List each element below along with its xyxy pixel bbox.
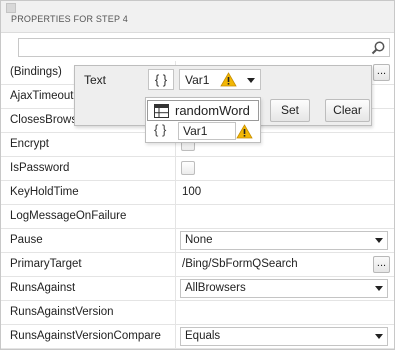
chevron-down-icon[interactable] xyxy=(375,334,383,339)
keyholdtime-value[interactable]: 100 xyxy=(177,181,394,204)
property-value: None xyxy=(177,229,394,252)
primarytarget-value[interactable]: /Bing/SbFormQSearch xyxy=(182,258,298,270)
runsagainst-select-value: AllBrowsers xyxy=(185,282,246,294)
property-row-keyholdtime[interactable]: KeyHoldTime 100 xyxy=(1,181,394,205)
property-value[interactable] xyxy=(177,301,394,324)
search-input[interactable] xyxy=(18,38,390,57)
runsagainstversioncompare-select[interactable]: Equals xyxy=(180,327,388,346)
property-row-runsagainstversioncompare[interactable]: RunsAgainstVersionCompare Equals xyxy=(1,325,394,349)
var1-chip: Var1 xyxy=(178,122,236,140)
property-row-logmessageonfailure[interactable]: LogMessageOnFailure xyxy=(1,205,394,229)
pause-select[interactable]: None xyxy=(180,231,388,250)
property-name: PrimaryTarget xyxy=(1,253,176,276)
variable-combo-value: Var1 xyxy=(185,73,210,87)
property-value[interactable] xyxy=(177,205,394,228)
runsagainstversioncompare-select-value: Equals xyxy=(185,330,221,342)
property-value: AllBrowsers xyxy=(177,277,394,300)
property-name: LogMessageOnFailure xyxy=(1,205,176,228)
property-name: KeyHoldTime xyxy=(1,181,176,204)
chevron-down-icon[interactable] xyxy=(375,286,383,291)
binding-target-label: Text xyxy=(84,73,107,87)
search-row xyxy=(1,33,394,61)
page-title: PROPERTIES FOR STEP 4 xyxy=(11,14,128,24)
property-value xyxy=(177,157,394,180)
list-item-randomword[interactable]: randomWord xyxy=(147,100,259,121)
variable-braces-button[interactable]: { } xyxy=(148,69,174,90)
panel-grip-icon xyxy=(6,3,16,13)
table-icon xyxy=(154,104,169,118)
property-value: Equals xyxy=(177,325,394,348)
ispassword-checkbox[interactable] xyxy=(181,161,195,175)
property-row-runsagainstversion[interactable]: RunsAgainstVersion xyxy=(1,301,394,325)
chevron-down-icon[interactable] xyxy=(247,78,255,83)
property-name: RunsAgainstVersion xyxy=(1,301,176,324)
list-item-label: randomWord xyxy=(175,103,250,118)
runsagainst-select[interactable]: AllBrowsers xyxy=(180,279,388,298)
clear-button[interactable]: Clear xyxy=(325,99,370,122)
warning-icon xyxy=(220,72,237,87)
property-row-ispassword[interactable]: IsPassword xyxy=(1,157,394,181)
bindings-ellipsis-button[interactable]: ... xyxy=(373,64,390,81)
property-row-runsagainst[interactable]: RunsAgainst AllBrowsers xyxy=(1,277,394,301)
warning-icon xyxy=(236,124,253,139)
primarytarget-ellipsis-button[interactable]: ... xyxy=(373,256,390,273)
set-button[interactable]: Set xyxy=(270,99,310,122)
pause-select-value: None xyxy=(185,234,213,246)
panel-header: PROPERTIES FOR STEP 4 xyxy=(1,1,394,33)
variable-combo[interactable]: Var1 xyxy=(179,69,261,90)
property-name: Pause xyxy=(1,229,176,252)
list-item-var1[interactable]: { } Var1 xyxy=(147,122,259,143)
braces-icon: { } xyxy=(154,122,167,137)
property-value: /Bing/SbFormQSearch ... xyxy=(177,253,394,276)
variable-dropdown-list: randomWord { } Var1 xyxy=(145,97,261,143)
property-name: RunsAgainstVersionCompare xyxy=(1,325,176,348)
search-icon[interactable] xyxy=(370,40,386,56)
property-row-primarytarget[interactable]: PrimaryTarget /Bing/SbFormQSearch ... xyxy=(1,253,394,277)
property-name: IsPassword xyxy=(1,157,176,180)
properties-panel: PROPERTIES FOR STEP 4 (Bindings) ... Aja… xyxy=(0,0,395,350)
property-row-pause[interactable]: Pause None xyxy=(1,229,394,253)
property-name: RunsAgainst xyxy=(1,277,176,300)
chevron-down-icon[interactable] xyxy=(375,238,383,243)
list-item-label: Var1 xyxy=(183,124,208,138)
